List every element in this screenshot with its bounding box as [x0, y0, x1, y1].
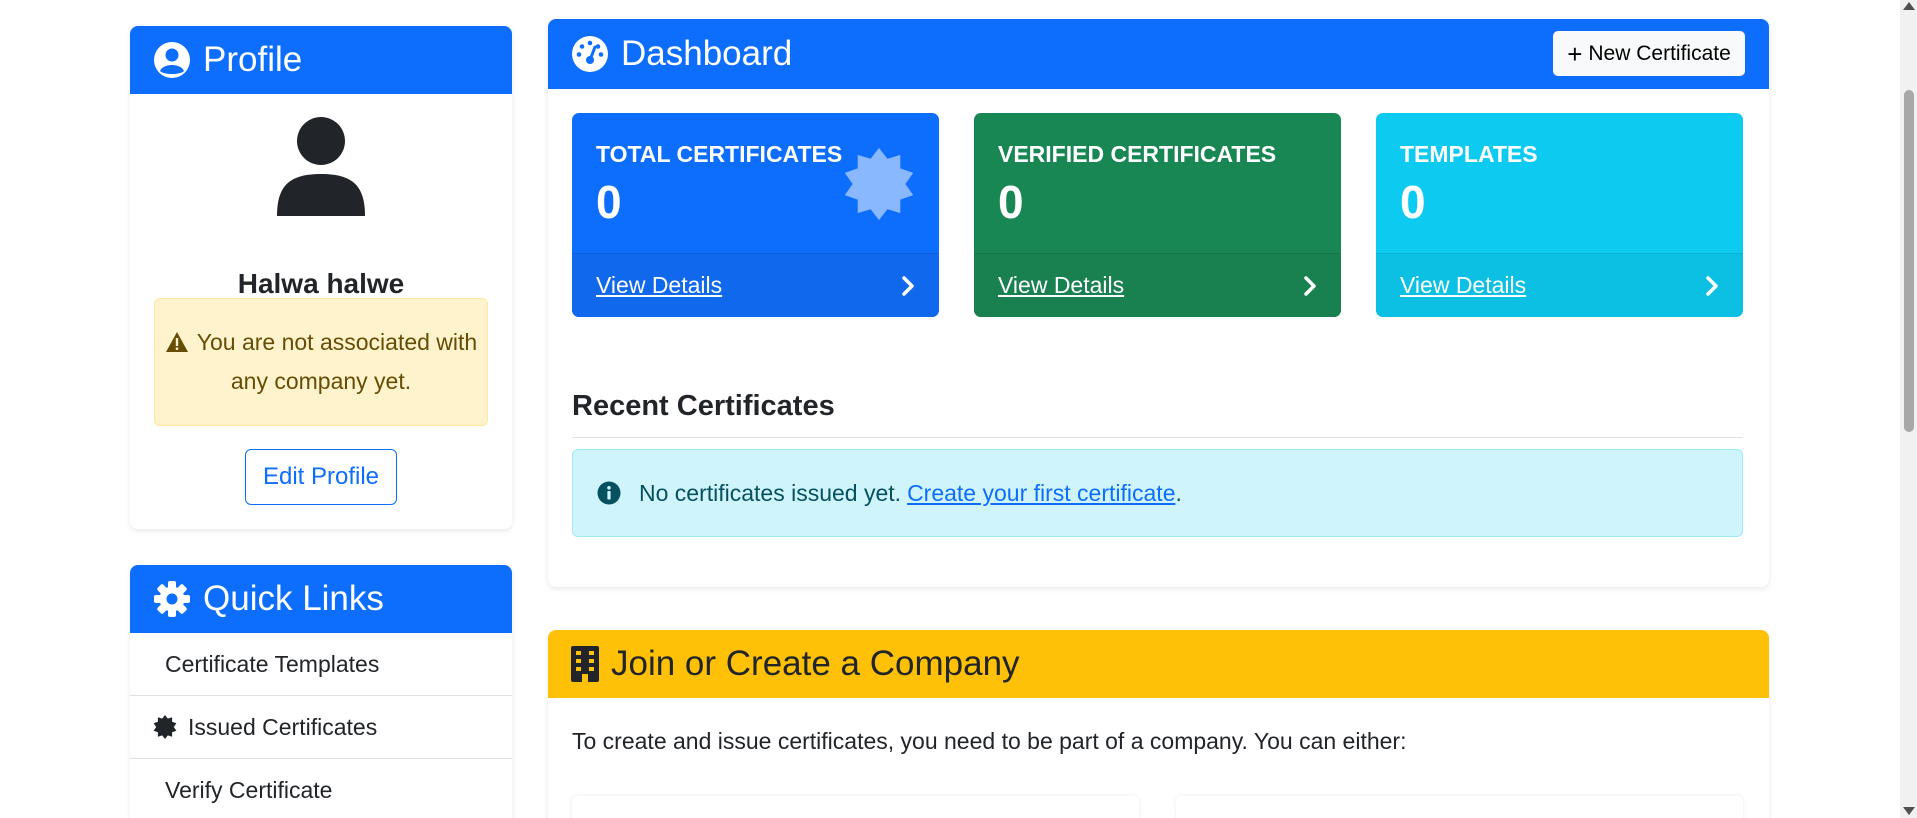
dashboard-header: Dashboard + New Certificate	[548, 19, 1769, 89]
gear-icon	[154, 581, 190, 617]
info-circle-icon	[597, 481, 621, 505]
plus-icon: +	[1567, 38, 1583, 69]
user-name: Halwa halwe	[237, 268, 405, 299]
dashboard-title: Dashboard	[621, 34, 793, 73]
stat-label: TEMPLATES	[1400, 141, 1538, 167]
join-company-option-card	[572, 796, 1139, 818]
scrollbar-thumb[interactable]	[1904, 90, 1914, 432]
quick-links-card: Quick Links Certificate Templates Issued…	[130, 565, 512, 818]
quick-link-issued-certificates[interactable]: Issued Certificates	[130, 696, 512, 759]
quick-link-label: Issued Certificates	[188, 713, 378, 740]
company-card: Join or Create a Company To create and i…	[548, 630, 1769, 818]
dashboard-card: Dashboard + New Certificate TOTAL CERTIF…	[548, 19, 1769, 587]
new-certificate-label: New Certificate	[1588, 41, 1731, 65]
company-description: To create and issue certificates, you ne…	[572, 728, 1407, 754]
stat-total-certificates: TOTAL CERTIFICATES 0 View Details	[572, 113, 939, 317]
stat-footer: View Details	[1376, 253, 1743, 317]
scroll-up-arrow-icon[interactable]	[1903, 2, 1915, 10]
info-suffix: .	[1175, 479, 1182, 506]
recent-certificates-title: Recent Certificates	[572, 390, 835, 422]
quick-links-title: Quick Links	[203, 579, 384, 618]
profile-card: Profile Halwa halwe You are not associat…	[130, 26, 512, 529]
page-scrollbar[interactable]	[1900, 0, 1917, 818]
profile-title: Profile	[203, 40, 303, 79]
stat-value: 0	[1400, 176, 1426, 228]
company-title: Join or Create a Company	[611, 644, 1020, 683]
view-details-link[interactable]: View Details	[998, 272, 1124, 299]
company-warning-alert: You are not associated with any company …	[154, 298, 488, 426]
stat-verified-certificates: VERIFIED CERTIFICATES 0 View Details	[974, 113, 1341, 317]
divider	[572, 437, 1743, 438]
warning-triangle-icon	[165, 332, 188, 352]
scroll-down-arrow-icon[interactable]	[1903, 807, 1915, 815]
chevron-right-icon[interactable]	[1303, 275, 1317, 297]
view-details-link[interactable]: View Details	[596, 272, 722, 299]
new-certificate-button[interactable]: + New Certificate	[1553, 31, 1745, 76]
view-details-link[interactable]: View Details	[1400, 272, 1526, 299]
quick-link-label: Verify Certificate	[165, 776, 333, 803]
gauge-icon	[572, 36, 608, 72]
certificate-badge-icon	[153, 715, 177, 739]
edit-profile-button[interactable]: Edit Profile	[245, 449, 397, 505]
info-text: No certificates issued yet.	[639, 479, 902, 506]
certificate-badge-icon	[844, 148, 914, 220]
quick-link-certificate-templates[interactable]: Certificate Templates	[130, 633, 512, 696]
quick-link-verify-certificate[interactable]: Verify Certificate	[130, 759, 512, 818]
company-header: Join or Create a Company	[548, 630, 1769, 698]
stat-value: 0	[998, 176, 1024, 228]
stat-footer: View Details	[572, 253, 939, 317]
quick-link-label: Certificate Templates	[165, 650, 380, 677]
stat-label: TOTAL CERTIFICATES	[596, 141, 843, 167]
user-circle-icon	[154, 42, 190, 78]
create-first-certificate-link[interactable]: Create your first certificate	[907, 480, 1175, 507]
chevron-right-icon[interactable]	[901, 275, 915, 297]
stat-label: VERIFIED CERTIFICATES	[998, 141, 1277, 167]
quick-links-header: Quick Links	[130, 565, 512, 633]
avatar	[277, 117, 365, 216]
warning-text: You are not associated with any company …	[196, 329, 478, 394]
no-certificates-alert: No certificates issued yet. Create your f…	[572, 449, 1743, 537]
chevron-right-icon[interactable]	[1705, 275, 1719, 297]
stat-value: 0	[596, 176, 622, 228]
stat-footer: View Details	[974, 253, 1341, 317]
building-icon	[571, 646, 599, 682]
create-company-option-card	[1176, 796, 1743, 818]
profile-header: Profile	[130, 26, 512, 94]
stat-templates: TEMPLATES 0 View Details	[1376, 113, 1743, 317]
